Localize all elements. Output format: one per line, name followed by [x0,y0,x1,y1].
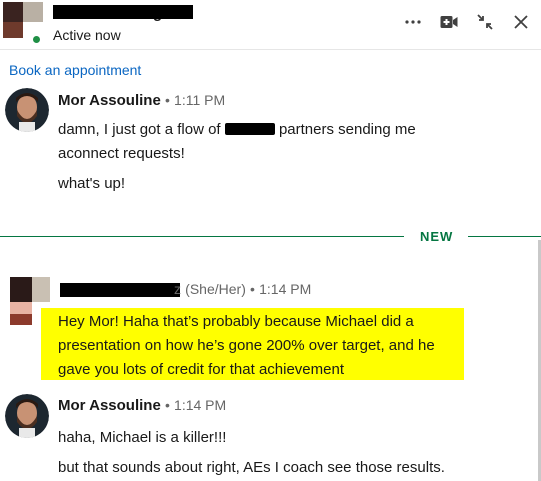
close-icon[interactable] [505,8,537,36]
collapse-icon[interactable] [469,8,501,36]
message-text: what's up! [58,175,126,192]
message-text: haha, Michael is a killer!!! [58,429,227,446]
separator: • [164,92,170,108]
conversation-header: Orianna Rodriguez Active now [0,0,541,50]
separator: • [250,281,255,297]
presence-indicator [31,34,42,45]
header-actions [397,8,537,36]
sender-pronouns: (She/Her) [185,281,246,297]
message-header: Mor Assouline • 1:11 PM [58,92,225,109]
new-divider-line [468,236,541,237]
contact-status: Active now [53,27,121,43]
message-text: damn, I just got a flow of partners send… [58,121,416,162]
message-time: 1:11 PM [174,92,226,108]
contact-avatar[interactable] [3,2,43,45]
text-redaction [224,123,275,135]
book-appointment-link[interactable]: Book an appointment [9,62,141,78]
name-redaction [53,5,193,19]
message-time: 1:14 PM [174,397,227,413]
message-time: 1:14 PM [259,281,312,297]
separator: • [164,397,170,413]
video-call-icon[interactable] [433,8,465,36]
sender-name[interactable]: Mor Assouline [58,92,161,109]
sender-name-suffix: z [174,281,181,297]
sender-avatar[interactable] [5,88,49,132]
message-text: but that sounds about right, AEs I coach… [58,459,445,476]
sender-redaction [60,283,180,297]
new-divider-line [0,236,404,237]
message-header: z (She/Her) • 1:14 PM [174,281,311,298]
sender-name[interactable]: Mor Assouline [58,397,161,414]
message-header: Mor Assouline • 1:14 PM [58,397,226,414]
more-horizontal-icon[interactable] [397,8,429,36]
message-text: Hey Mor! Haha that’s probably because Mi… [58,313,435,378]
new-messages-label: NEW [420,229,454,244]
sender-avatar[interactable] [5,394,49,438]
